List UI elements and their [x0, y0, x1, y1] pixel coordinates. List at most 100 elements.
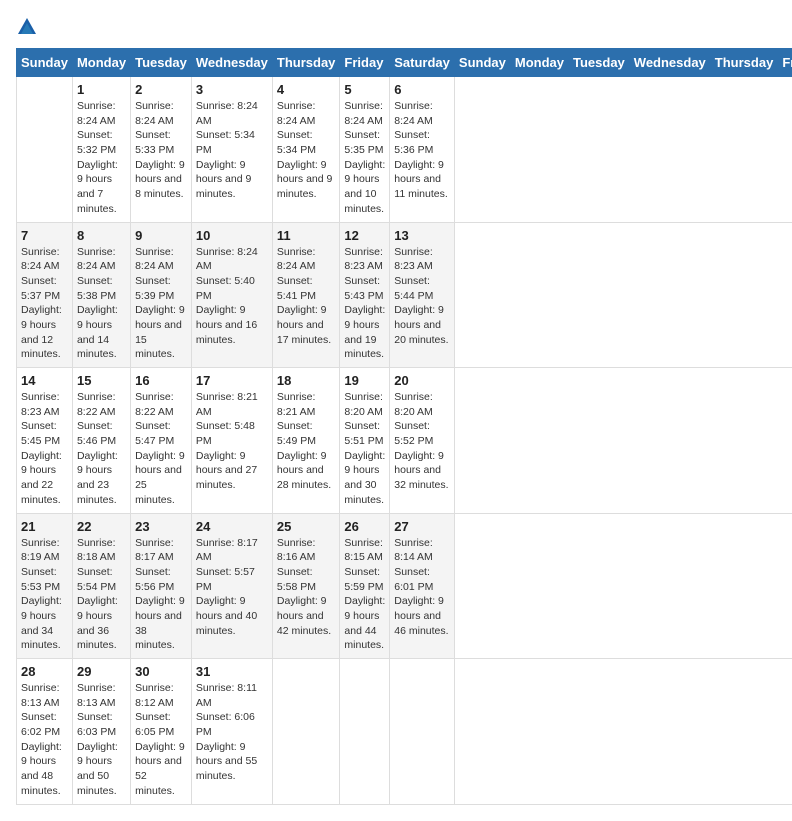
day-cell: 12Sunrise: 8:23 AMSunset: 5:43 PMDayligh… — [340, 222, 390, 368]
day-detail: Sunrise: 8:13 AMSunset: 6:03 PMDaylight:… — [77, 681, 126, 799]
day-number: 10 — [196, 228, 268, 243]
day-number: 20 — [394, 373, 450, 388]
col-header-thursday: Thursday — [710, 49, 778, 77]
day-cell: 6 Sunrise: 8:24 AMSunset: 5:36 PMDaylight… — [390, 77, 455, 223]
day-cell — [17, 77, 73, 223]
day-number: 22 — [77, 519, 126, 534]
day-number: 17 — [196, 373, 268, 388]
week-row-4: 21Sunrise: 8:19 AMSunset: 5:53 PMDayligh… — [17, 513, 792, 659]
col-header-wednesday: Wednesday — [629, 49, 710, 77]
day-detail: Sunrise: 8:24 AMSunset: 5:40 PMDaylight:… — [196, 245, 268, 348]
day-detail: Sunrise: 8:20 AMSunset: 5:52 PMDaylight:… — [394, 390, 450, 493]
day-number: 9 — [135, 228, 187, 243]
day-number: 14 — [21, 373, 68, 388]
day-number: 6 — [394, 82, 450, 97]
day-detail: Sunrise: 8:24 AMSunset: 5:36 PMDaylight:… — [394, 99, 450, 202]
day-detail: Sunrise: 8:23 AMSunset: 5:44 PMDaylight:… — [394, 245, 450, 348]
logo — [16, 16, 42, 38]
day-cell: 2 Sunrise: 8:24 AMSunset: 5:33 PMDaylight… — [131, 77, 192, 223]
day-detail: Sunrise: 8:22 AMSunset: 5:46 PMDaylight:… — [77, 390, 126, 508]
day-detail: Sunrise: 8:17 AMSunset: 5:57 PMDaylight:… — [196, 536, 268, 639]
day-cell: 8Sunrise: 8:24 AMSunset: 5:38 PMDaylight… — [72, 222, 130, 368]
day-cell: 25 Sunrise: 8:16 AMSunset: 5:58 PMDayligh… — [272, 513, 340, 659]
day-cell — [390, 659, 455, 805]
day-detail: Sunrise: 8:17 AMSunset: 5:56 PMDaylight:… — [135, 536, 187, 654]
calendar-table: SundayMondayTuesdayWednesdayThursdayFrid… — [16, 48, 792, 805]
day-number: 5 — [344, 82, 385, 97]
day-number: 25 — [277, 519, 336, 534]
day-detail: Sunrise: 8:16 AMSunset: 5:58 PMDaylight:… — [277, 536, 336, 639]
header — [16, 16, 776, 38]
header-cell-tuesday: Tuesday — [131, 49, 192, 77]
day-number: 29 — [77, 664, 126, 679]
day-cell: 1 Sunrise: 8:24 AMSunset: 5:32 PMDaylight… — [72, 77, 130, 223]
week-row-5: 28Sunrise: 8:13 AMSunset: 6:02 PMDayligh… — [17, 659, 792, 805]
week-row-1: 1 Sunrise: 8:24 AMSunset: 5:32 PMDaylight… — [17, 77, 792, 223]
day-cell: 24Sunrise: 8:17 AMSunset: 5:57 PMDayligh… — [191, 513, 272, 659]
day-number: 11 — [277, 228, 336, 243]
day-number: 18 — [277, 373, 336, 388]
day-number: 8 — [77, 228, 126, 243]
day-detail: Sunrise: 8:21 AMSunset: 5:49 PMDaylight:… — [277, 390, 336, 493]
day-cell: 5Sunrise: 8:24 AMSunset: 5:35 PMDaylight… — [340, 77, 390, 223]
day-number: 26 — [344, 519, 385, 534]
day-number: 4 — [277, 82, 336, 97]
day-cell: 19 Sunrise: 8:20 AMSunset: 5:51 PMDayligh… — [340, 368, 390, 514]
day-cell: 30Sunrise: 8:12 AMSunset: 6:05 PMDayligh… — [131, 659, 192, 805]
day-detail: Sunrise: 8:24 AMSunset: 5:37 PMDaylight:… — [21, 245, 68, 363]
header-cell-monday: Monday — [72, 49, 130, 77]
day-cell: 29 Sunrise: 8:13 AMSunset: 6:03 PMDayligh… — [72, 659, 130, 805]
day-detail: Sunrise: 8:15 AMSunset: 5:59 PMDaylight:… — [344, 536, 385, 654]
col-header-sunday: Sunday — [454, 49, 510, 77]
day-number: 7 — [21, 228, 68, 243]
day-detail: Sunrise: 8:18 AMSunset: 5:54 PMDaylight:… — [77, 536, 126, 654]
day-cell: 16Sunrise: 8:22 AMSunset: 5:47 PMDayligh… — [131, 368, 192, 514]
day-number: 27 — [394, 519, 450, 534]
day-cell: 26 Sunrise: 8:15 AMSunset: 5:59 PMDayligh… — [340, 513, 390, 659]
day-detail: Sunrise: 8:22 AMSunset: 5:47 PMDaylight:… — [135, 390, 187, 508]
day-cell: 14 Sunrise: 8:23 AMSunset: 5:45 PMDayligh… — [17, 368, 73, 514]
day-cell: 21Sunrise: 8:19 AMSunset: 5:53 PMDayligh… — [17, 513, 73, 659]
day-detail: Sunrise: 8:21 AMSunset: 5:48 PMDaylight:… — [196, 390, 268, 493]
day-detail: Sunrise: 8:23 AMSunset: 5:45 PMDaylight:… — [21, 390, 68, 508]
day-cell: 9 Sunrise: 8:24 AMSunset: 5:39 PMDaylight… — [131, 222, 192, 368]
day-cell — [272, 659, 340, 805]
day-cell: 13 Sunrise: 8:23 AMSunset: 5:44 PMDayligh… — [390, 222, 455, 368]
day-number: 21 — [21, 519, 68, 534]
day-cell: 17 Sunrise: 8:21 AMSunset: 5:48 PMDayligh… — [191, 368, 272, 514]
col-header-friday: Friday — [778, 49, 792, 77]
day-number: 15 — [77, 373, 126, 388]
day-detail: Sunrise: 8:24 AMSunset: 5:39 PMDaylight:… — [135, 245, 187, 363]
day-detail: Sunrise: 8:11 AMSunset: 6:06 PMDaylight:… — [196, 681, 268, 784]
header-row: SundayMondayTuesdayWednesdayThursdayFrid… — [17, 49, 792, 77]
day-detail: Sunrise: 8:24 AMSunset: 5:34 PMDaylight:… — [196, 99, 268, 202]
day-number: 3 — [196, 82, 268, 97]
col-header-monday: Monday — [510, 49, 568, 77]
day-detail: Sunrise: 8:24 AMSunset: 5:32 PMDaylight:… — [77, 99, 126, 217]
day-cell: 3 Sunrise: 8:24 AMSunset: 5:34 PMDaylight… — [191, 77, 272, 223]
header-cell-thursday: Thursday — [272, 49, 340, 77]
day-cell: 18 Sunrise: 8:21 AMSunset: 5:49 PMDayligh… — [272, 368, 340, 514]
day-detail: Sunrise: 8:13 AMSunset: 6:02 PMDaylight:… — [21, 681, 68, 799]
day-number: 1 — [77, 82, 126, 97]
day-detail: Sunrise: 8:20 AMSunset: 5:51 PMDaylight:… — [344, 390, 385, 508]
week-row-2: 7 Sunrise: 8:24 AMSunset: 5:37 PMDaylight… — [17, 222, 792, 368]
day-cell: 27 Sunrise: 8:14 AMSunset: 6:01 PMDayligh… — [390, 513, 455, 659]
day-cell: 28Sunrise: 8:13 AMSunset: 6:02 PMDayligh… — [17, 659, 73, 805]
day-detail: Sunrise: 8:24 AMSunset: 5:41 PMDaylight:… — [277, 245, 336, 348]
day-number: 13 — [394, 228, 450, 243]
header-cell-sunday: Sunday — [17, 49, 73, 77]
day-detail: Sunrise: 8:14 AMSunset: 6:01 PMDaylight:… — [394, 536, 450, 639]
day-cell: 10 Sunrise: 8:24 AMSunset: 5:40 PMDayligh… — [191, 222, 272, 368]
day-detail: Sunrise: 8:24 AMSunset: 5:33 PMDaylight:… — [135, 99, 187, 202]
day-number: 31 — [196, 664, 268, 679]
day-cell: 20 Sunrise: 8:20 AMSunset: 5:52 PMDayligh… — [390, 368, 455, 514]
day-cell — [340, 659, 390, 805]
day-number: 2 — [135, 82, 187, 97]
day-detail: Sunrise: 8:23 AMSunset: 5:43 PMDaylight:… — [344, 245, 385, 363]
logo-icon — [16, 16, 38, 38]
day-cell: 7 Sunrise: 8:24 AMSunset: 5:37 PMDaylight… — [17, 222, 73, 368]
day-number: 19 — [344, 373, 385, 388]
day-detail: Sunrise: 8:12 AMSunset: 6:05 PMDaylight:… — [135, 681, 187, 799]
header-cell-friday: Friday — [340, 49, 390, 77]
